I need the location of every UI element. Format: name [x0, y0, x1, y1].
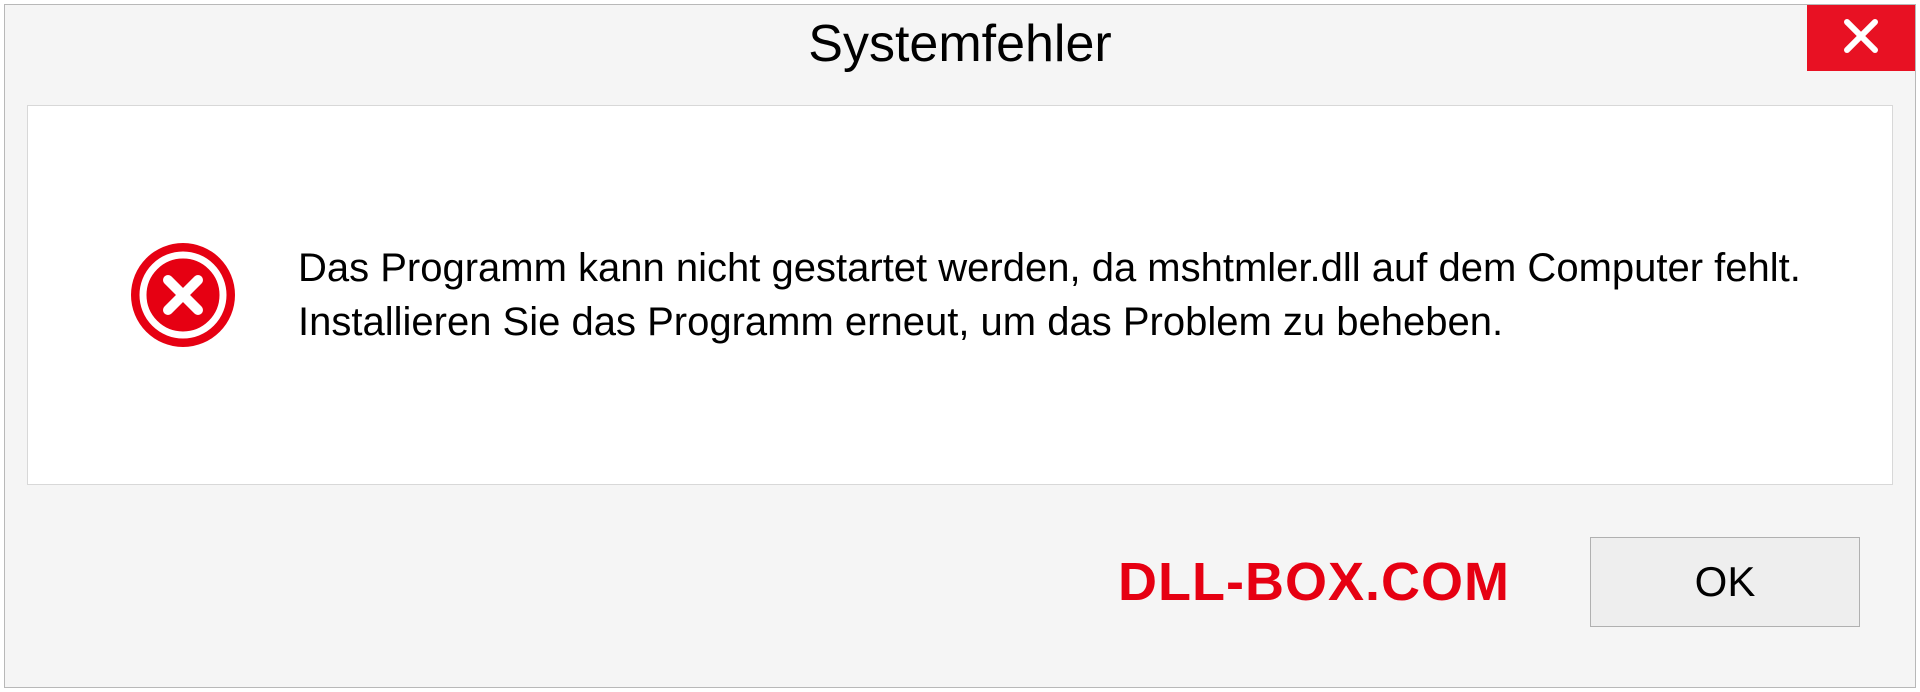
title-bar: Systemfehler: [5, 5, 1915, 83]
watermark-text: DLL-BOX.COM: [1118, 551, 1510, 613]
content-panel: Das Programm kann nicht gestartet werden…: [27, 105, 1893, 485]
error-message: Das Programm kann nicht gestartet werden…: [298, 241, 1832, 349]
error-dialog: Systemfehler Das Programm kann nicht ges…: [4, 4, 1916, 688]
close-icon: [1843, 18, 1879, 59]
dialog-title: Systemfehler: [808, 14, 1111, 74]
error-icon: [128, 240, 238, 350]
bottom-bar: DLL-BOX.COM OK: [5, 507, 1915, 687]
ok-button[interactable]: OK: [1590, 537, 1860, 627]
close-button[interactable]: [1807, 5, 1915, 71]
